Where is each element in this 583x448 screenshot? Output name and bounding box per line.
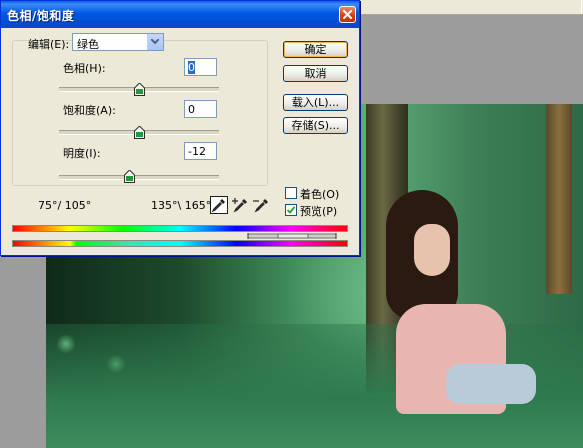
- eyedropper-button[interactable]: [210, 196, 228, 214]
- title-bar[interactable]: 色相/饱和度: [1, 1, 359, 28]
- saturation-value: 0: [188, 103, 195, 116]
- hue-value: 0: [188, 61, 195, 74]
- hue-slider-thumb[interactable]: [133, 83, 145, 96]
- dropdown-button[interactable]: [147, 34, 163, 50]
- checkmark-icon: [287, 206, 295, 214]
- eyedropper-plus-icon: [232, 198, 247, 213]
- preview-label: 预览(P): [300, 205, 338, 218]
- hue-range-selector[interactable]: [12, 233, 348, 239]
- lightness-value: -12: [188, 145, 206, 158]
- cancel-button[interactable]: 取消: [283, 65, 348, 82]
- lightness-slider-thumb[interactable]: [123, 170, 135, 183]
- output-color-spectrum: [12, 240, 348, 247]
- lightness-label: 明度(I):: [63, 147, 101, 160]
- save-button[interactable]: 存储(S)...: [283, 117, 348, 134]
- lightness-input[interactable]: -12: [184, 142, 217, 160]
- range-left-readout: 75°/ 105°: [38, 199, 92, 212]
- dialog-title: 色相/饱和度: [7, 9, 75, 23]
- hue-saturation-dialog: 色相/饱和度 编辑(E): 绿色 色相(H): 0 饱和度(A): 0 明度(I…: [0, 0, 360, 256]
- load-button[interactable]: 载入(L)...: [283, 94, 348, 111]
- edit-label: 编辑(E):: [28, 38, 70, 51]
- ok-button[interactable]: 确定: [283, 41, 348, 58]
- dropdown-arrow-icon: [151, 39, 159, 45]
- saturation-input[interactable]: 0: [184, 100, 217, 118]
- colorize-checkbox[interactable]: [285, 187, 297, 199]
- close-button[interactable]: [339, 6, 356, 23]
- lightness-slider-track[interactable]: [59, 175, 219, 180]
- range-right-readout: 135°\ 165°: [151, 199, 212, 212]
- hue-label: 色相(H):: [63, 62, 106, 75]
- hue-input[interactable]: 0: [184, 58, 217, 76]
- preview-checkbox[interactable]: [285, 204, 297, 216]
- adjustment-group: [12, 40, 268, 186]
- saturation-slider-thumb[interactable]: [133, 126, 145, 139]
- input-color-spectrum: [12, 225, 348, 232]
- colorize-label: 着色(O): [300, 188, 340, 201]
- edit-channel-select[interactable]: 绿色: [72, 33, 164, 51]
- saturation-label: 饱和度(A):: [63, 104, 116, 117]
- eyedropper-minus-button[interactable]: [253, 196, 271, 214]
- top-toolbar-strip: [360, 0, 583, 15]
- close-icon: [343, 10, 352, 19]
- eyedropper-icon: [211, 199, 225, 213]
- edit-channel-value: 绿色: [77, 38, 99, 51]
- eyedropper-minus-icon: [253, 199, 268, 213]
- eyedropper-plus-button[interactable]: [232, 196, 250, 214]
